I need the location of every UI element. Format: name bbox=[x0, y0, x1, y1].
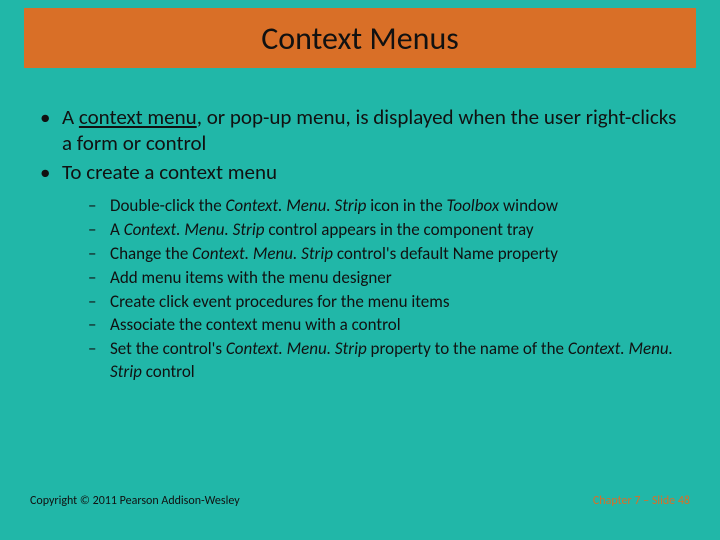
bullet-item: To create a context menu Double-click th… bbox=[34, 159, 686, 385]
text: Create click event procedures for the me… bbox=[110, 291, 450, 312]
text: A bbox=[62, 104, 79, 130]
text: A bbox=[110, 219, 124, 240]
term: Context. Menu. Strip bbox=[226, 195, 367, 216]
text: Add menu items with the menu designer bbox=[110, 267, 392, 288]
content-area: A context menu, or pop-up menu, is displ… bbox=[34, 104, 686, 386]
sub-item: Double-click the Context. Menu. Strip ic… bbox=[84, 195, 686, 218]
sub-item: Set the control's Context. Menu. Strip p… bbox=[84, 338, 686, 384]
text: property to the name of the bbox=[367, 338, 568, 359]
sub-item: Add menu items with the menu designer bbox=[84, 267, 686, 290]
slide: Context Menus A context menu, or pop-up … bbox=[0, 0, 720, 540]
term-context-menu: context menu bbox=[79, 104, 197, 130]
text: Double-click the bbox=[110, 195, 226, 216]
text: Set the control's bbox=[110, 338, 226, 359]
text: control appears in the component tray bbox=[265, 219, 534, 240]
text: To create a context menu bbox=[62, 159, 277, 185]
bullet-item: A context menu, or pop-up menu, is displ… bbox=[34, 104, 686, 157]
text: control bbox=[142, 361, 195, 382]
bullet-list: A context menu, or pop-up menu, is displ… bbox=[34, 104, 686, 384]
text: Change the bbox=[110, 243, 192, 264]
text: Associate the context menu with a contro… bbox=[110, 314, 401, 335]
sub-item: Change the Context. Menu. Strip control'… bbox=[84, 243, 686, 266]
sub-list: Double-click the Context. Menu. Strip ic… bbox=[84, 195, 686, 385]
term: Context. Menu. Strip bbox=[226, 338, 367, 359]
sub-item: Create click event procedures for the me… bbox=[84, 291, 686, 314]
term: Toolbox bbox=[447, 195, 500, 216]
slide-title: Context Menus bbox=[261, 19, 459, 58]
sub-item: Associate the context menu with a contro… bbox=[84, 314, 686, 337]
footer-page-info: Chapter 7 – Slide 48 bbox=[593, 494, 690, 508]
text: window bbox=[499, 195, 558, 216]
term: Context. Menu. Strip bbox=[124, 219, 265, 240]
text: icon in the bbox=[366, 195, 446, 216]
text: control's default Name property bbox=[333, 243, 558, 264]
title-bar: Context Menus bbox=[24, 8, 696, 68]
term: Context. Menu. Strip bbox=[192, 243, 333, 264]
footer-copyright: Copyright © 2011 Pearson Addison-Wesley bbox=[30, 494, 240, 508]
sub-item: A Context. Menu. Strip control appears i… bbox=[84, 219, 686, 242]
